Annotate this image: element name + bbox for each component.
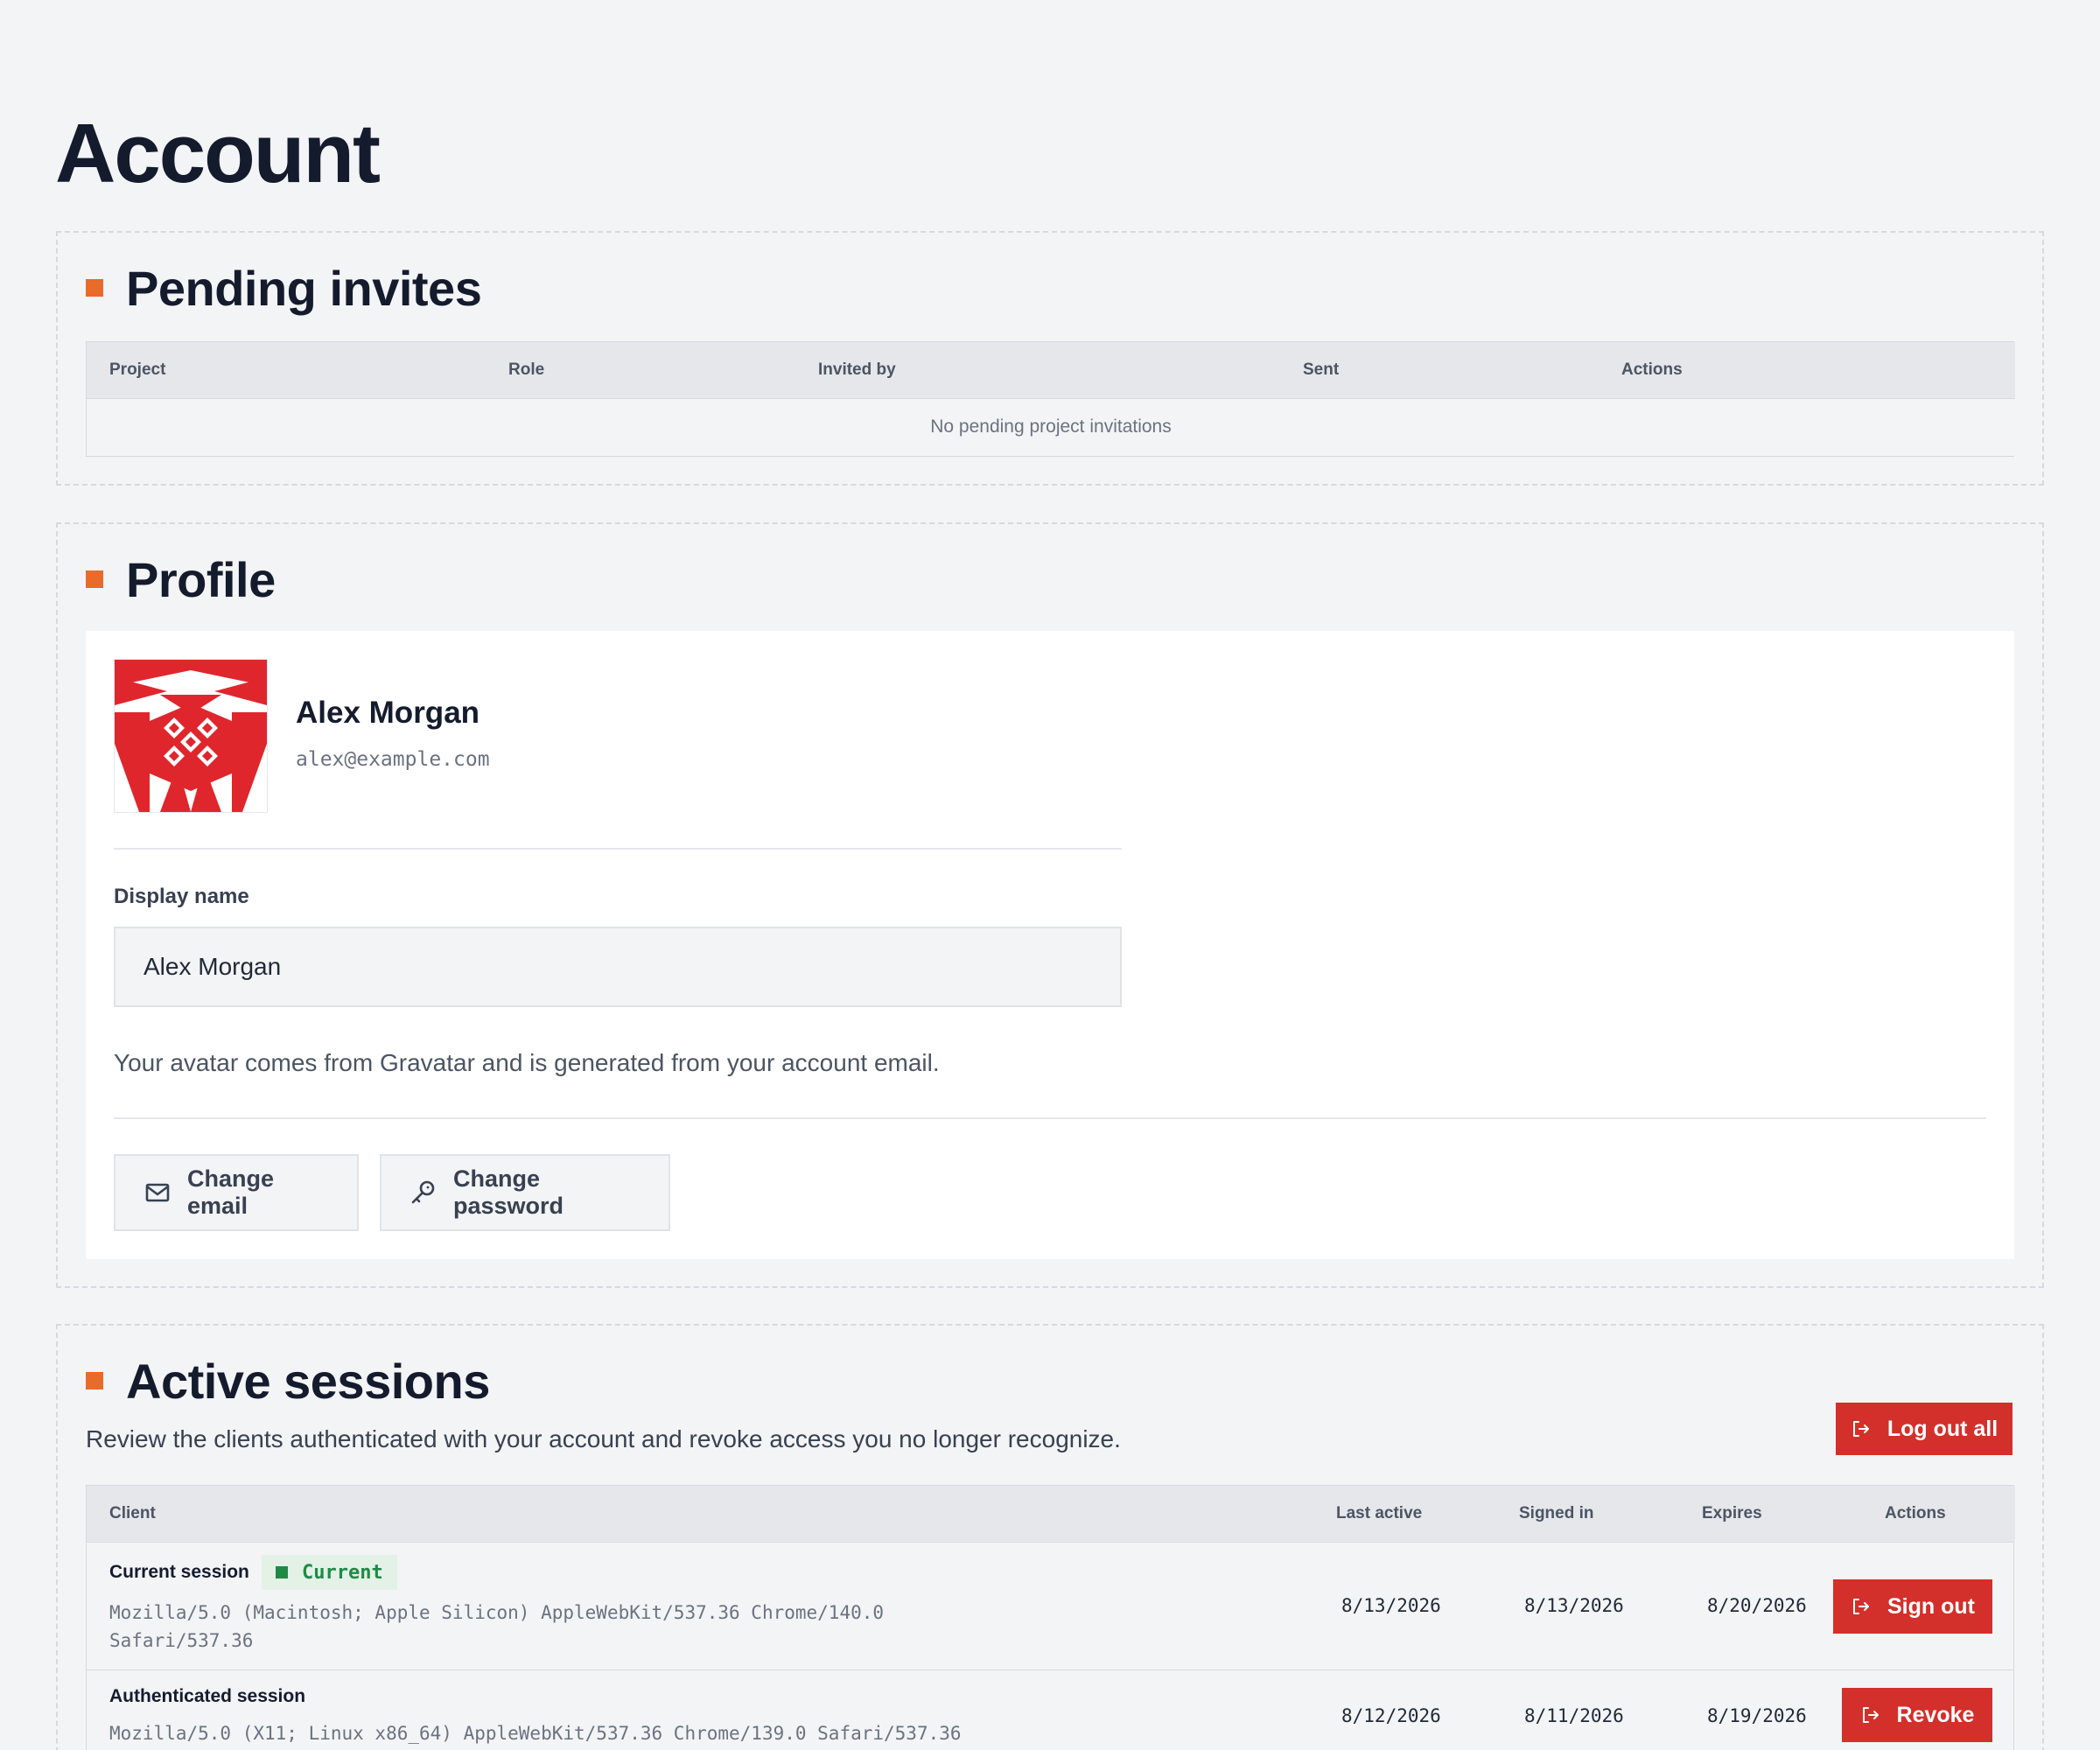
display-name-input[interactable] bbox=[114, 927, 1122, 1007]
sign-out-button[interactable]: Sign out bbox=[1833, 1579, 1992, 1634]
profile-section: Profile Alex Morgan alex@example.com Dis… bbox=[56, 522, 2044, 1288]
sessions-table: Client Last active Signed in Expires Act… bbox=[86, 1485, 2015, 1750]
section-title: Active sessions bbox=[126, 1353, 490, 1409]
column-header-actions: Actions bbox=[1862, 1486, 2015, 1542]
table-row: Authenticated session Mozilla/5.0 (X11; … bbox=[87, 1670, 2013, 1750]
sessions-description: Review the clients authenticated with yo… bbox=[86, 1425, 1121, 1452]
column-header-project: Project bbox=[87, 342, 486, 398]
user-agent-line: Safari/537.36 bbox=[109, 1630, 254, 1651]
column-header-actions: Actions bbox=[1599, 342, 2015, 398]
user-agent-line: Mozilla/5.0 (Macintosh; Apple Silicon) A… bbox=[109, 1602, 885, 1623]
table-row: Current session Current Mozilla/5.0 (Mac… bbox=[87, 1542, 2013, 1670]
change-password-button[interactable]: Change password bbox=[380, 1154, 670, 1231]
logout-icon bbox=[1851, 1596, 1872, 1617]
session-signed-in: 8/13/2026 bbox=[1524, 1595, 1624, 1616]
display-name-label: Display name bbox=[114, 885, 249, 908]
revoke-button[interactable]: Revoke bbox=[1842, 1688, 1992, 1742]
session-last-active: 8/12/2026 bbox=[1341, 1705, 1441, 1726]
divider bbox=[114, 848, 1122, 850]
table-header-row: Client Last active Signed in Expires Act… bbox=[87, 1486, 2015, 1542]
section-header: Active sessions bbox=[86, 1350, 490, 1411]
section-header: Profile bbox=[86, 549, 276, 610]
session-client-name: Authenticated session bbox=[109, 1686, 306, 1706]
sign-out-label: Sign out bbox=[1887, 1593, 1975, 1619]
square-dot-icon bbox=[276, 1566, 288, 1578]
active-sessions-section: Active sessions Review the clients authe… bbox=[56, 1324, 2044, 1750]
session-user-agent: Mozilla/5.0 (Macintosh; Apple Silicon) A… bbox=[109, 1599, 984, 1655]
session-signed-in: 8/11/2026 bbox=[1524, 1705, 1624, 1726]
account-page: Account Pending invites Project Role Inv… bbox=[0, 0, 2100, 1750]
revoke-label: Revoke bbox=[1896, 1702, 1975, 1727]
gravatar-identicon-icon bbox=[115, 660, 267, 812]
table-header-row: Project Role Invited by Sent Actions bbox=[87, 342, 2015, 398]
change-password-label: Change password bbox=[453, 1166, 564, 1219]
session-user-agent: Mozilla/5.0 (X11; Linux x86_64) AppleWeb… bbox=[109, 1719, 1159, 1747]
avatar-help-text: Your avatar comes from Gravatar and is g… bbox=[114, 1049, 940, 1076]
column-header-last-active: Last active bbox=[1313, 1486, 1496, 1542]
page-title: Account bbox=[55, 107, 381, 200]
current-badge-label: Current bbox=[302, 1561, 383, 1584]
change-email-label: Change email bbox=[187, 1166, 275, 1219]
profile-email: alex@example.com bbox=[296, 748, 490, 771]
square-marker-icon bbox=[86, 570, 103, 588]
avatar bbox=[114, 659, 268, 813]
table-row: No pending project invitations bbox=[87, 397, 2015, 456]
key-icon bbox=[410, 1179, 438, 1207]
section-title: Pending invites bbox=[126, 260, 482, 316]
column-header-sent: Sent bbox=[1280, 342, 1599, 398]
column-header-signed-in: Signed in bbox=[1496, 1486, 1679, 1542]
current-badge: Current bbox=[262, 1555, 397, 1590]
mail-icon bbox=[144, 1179, 172, 1207]
change-email-button[interactable]: Change email bbox=[114, 1154, 359, 1231]
section-title: Profile bbox=[126, 551, 276, 607]
user-agent-line: Mozilla/5.0 (X11; Linux x86_64) AppleWeb… bbox=[109, 1723, 962, 1744]
column-header-expires: Expires bbox=[1679, 1486, 1862, 1542]
logout-icon bbox=[1851, 1418, 1872, 1439]
session-expires: 8/20/2026 bbox=[1707, 1595, 1807, 1616]
session-last-active: 8/13/2026 bbox=[1341, 1595, 1441, 1616]
log-out-all-label: Log out all bbox=[1886, 1416, 1998, 1441]
column-header-invited-by: Invited by bbox=[795, 342, 1280, 398]
profile-name: Alex Morgan bbox=[296, 696, 480, 730]
session-expires: 8/19/2026 bbox=[1707, 1705, 1807, 1726]
section-header: Pending invites bbox=[86, 257, 482, 318]
divider bbox=[114, 1117, 1986, 1119]
column-header-client: Client bbox=[87, 1486, 1313, 1542]
session-client-name: Current session bbox=[109, 1562, 249, 1582]
square-marker-icon bbox=[86, 1372, 103, 1390]
square-marker-icon bbox=[86, 279, 103, 297]
invites-table: Project Role Invited by Sent Actions No … bbox=[86, 341, 2015, 457]
log-out-all-button[interactable]: Log out all bbox=[1836, 1403, 2012, 1455]
logout-icon bbox=[1860, 1704, 1881, 1726]
empty-state-text: No pending project invitations bbox=[87, 397, 2015, 456]
column-header-role: Role bbox=[486, 342, 795, 398]
profile-card: Alex Morgan alex@example.com Display nam… bbox=[86, 631, 2014, 1259]
pending-invites-section: Pending invites Project Role Invited by … bbox=[56, 231, 2044, 486]
